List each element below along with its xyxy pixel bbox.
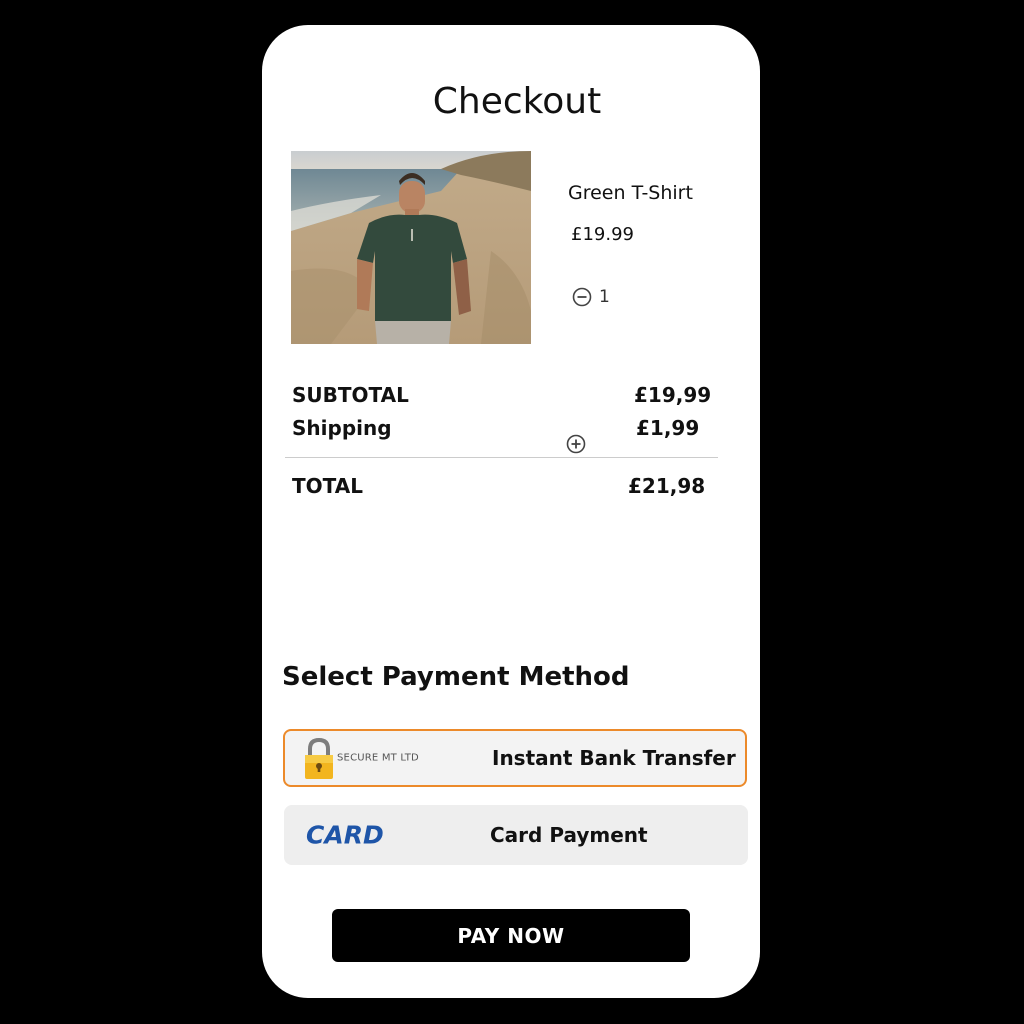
- shipping-value: £1,99: [636, 416, 700, 440]
- payment-method-heading: Select Payment Method: [282, 662, 630, 692]
- total-label: TOTAL: [292, 474, 363, 498]
- plus-circle-icon[interactable]: [566, 434, 586, 454]
- total-value: £21,98: [628, 474, 706, 498]
- pay-now-button[interactable]: PAY NOW: [332, 909, 690, 962]
- product-price: £19.99: [571, 224, 634, 245]
- secure-logo-text: SECURE MT LTD: [337, 752, 419, 764]
- quantity-stepper: 1: [572, 287, 610, 307]
- shipping-label: Shipping: [292, 416, 392, 440]
- minus-circle-icon[interactable]: [572, 287, 592, 307]
- padlock-icon: [303, 737, 335, 781]
- card-logo: CARD: [306, 820, 384, 850]
- checkout-screen: Checkout Green T-Shirt £19.99 1 SUBTOTAL…: [262, 25, 760, 998]
- payment-option-label: Instant Bank Transfer: [492, 746, 736, 770]
- summary-divider: [285, 457, 718, 458]
- payment-option-bank-transfer[interactable]: SECURE MT LTD Instant Bank Transfer: [283, 729, 747, 787]
- product-photo: [291, 151, 531, 344]
- product-image: [291, 151, 531, 344]
- page-title: Checkout: [432, 81, 602, 122]
- quantity-value: 1: [599, 287, 610, 307]
- payment-option-card[interactable]: CARD Card Payment: [284, 805, 748, 865]
- subtotal-value: £19,99: [634, 383, 712, 407]
- product-name: Green T-Shirt: [568, 182, 693, 204]
- payment-option-label: Card Payment: [490, 823, 648, 847]
- subtotal-label: SUBTOTAL: [292, 383, 409, 407]
